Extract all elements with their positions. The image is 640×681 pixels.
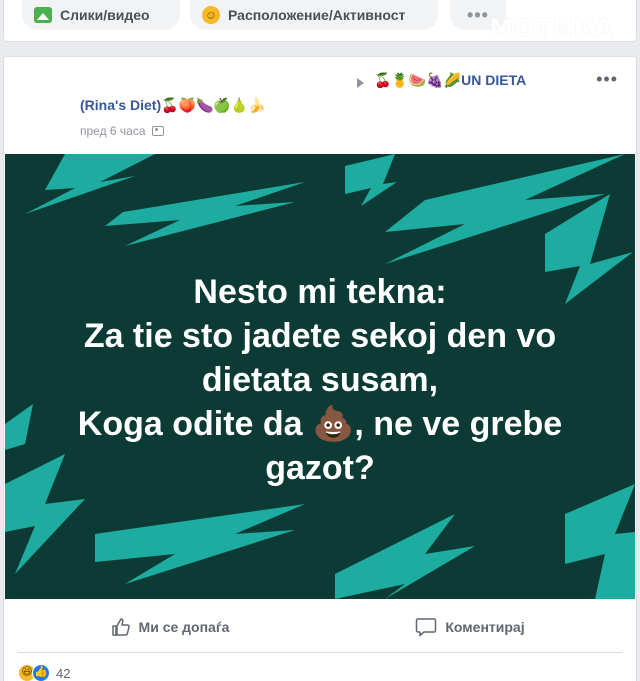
caption-line: Koga odite da 💩, ne ve grebe [77, 405, 563, 443]
more-dots-icon: ••• [467, 4, 489, 25]
thumbs-up-icon [111, 618, 130, 636]
photo-video-label: Слики/видео [60, 7, 150, 23]
reactions-summary[interactable]: 😆 👍 42 [18, 664, 70, 681]
post-header: (Rina's Diet)🍒🍑🍆🍏🍐🍌 🍒🍍🍉🍇🌽UN DIETA пред 6… [4, 57, 636, 155]
location-activity-label: Расположение/Активност [228, 7, 406, 23]
reaction-count: 42 [56, 665, 71, 681]
composer-bar: Слики/видео ☺ Расположение/Активност •••… [3, 0, 637, 42]
group-name: UN DIETA [461, 72, 527, 88]
photo-video-button[interactable]: Слики/видео [22, 0, 180, 30]
location-activity-button[interactable]: ☺ Расположение/Активност [190, 0, 438, 30]
group-link[interactable]: 🍒🍍🍉🍇🌽UN DIETA [374, 72, 526, 89]
smile-icon: ☺ [202, 6, 220, 24]
watermark: МОТИКА [489, 14, 614, 42]
like-label: Ми се допаѓа [138, 619, 230, 635]
more-dots-icon: ••• [596, 69, 618, 89]
photo-icon [34, 7, 52, 23]
group-emoji: 🍒🍍🍉🍇🌽 [374, 72, 462, 88]
post-author[interactable]: (Rina's Diet)🍒🍑🍆🍏🍐🍌 [80, 97, 266, 114]
comment-label: Коментирај [445, 619, 525, 635]
caption-line: Za tie sto jadete sekoj den vo [83, 317, 557, 355]
audience-group-icon[interactable] [151, 126, 164, 136]
author-name: (Rina's Diet) [80, 97, 162, 113]
like-button[interactable]: Ми се допаѓа [20, 607, 320, 647]
comment-bubble-icon [416, 618, 437, 637]
post-actions: Ми се допаѓа Коментирај [20, 607, 620, 647]
like-icon: 👍 [32, 664, 50, 681]
caption-line: dietata susam, [201, 361, 439, 399]
actions-divider [18, 652, 622, 653]
author-emoji: 🍒🍑🍆🍏🍐🍌 [161, 97, 266, 113]
caption-line: gazot? [265, 449, 375, 487]
post-meta: пред 6 часа [80, 124, 164, 138]
shared-to-arrow-icon [357, 78, 364, 88]
post-image[interactable]: Nesto mi tekna: Za tie sto jadete sekoj … [5, 154, 635, 599]
comment-button[interactable]: Коментирај [320, 607, 620, 647]
caption-line: Nesto mi tekna: [193, 273, 447, 311]
image-caption: Nesto mi tekna: Za tie sto jadete sekoj … [5, 270, 635, 490]
post-card: (Rina's Diet)🍒🍑🍆🍏🍐🍌 🍒🍍🍉🍇🌽UN DIETA пред 6… [3, 56, 637, 681]
post-options-button[interactable]: ••• [596, 69, 618, 90]
post-timestamp[interactable]: пред 6 часа [80, 124, 146, 138]
